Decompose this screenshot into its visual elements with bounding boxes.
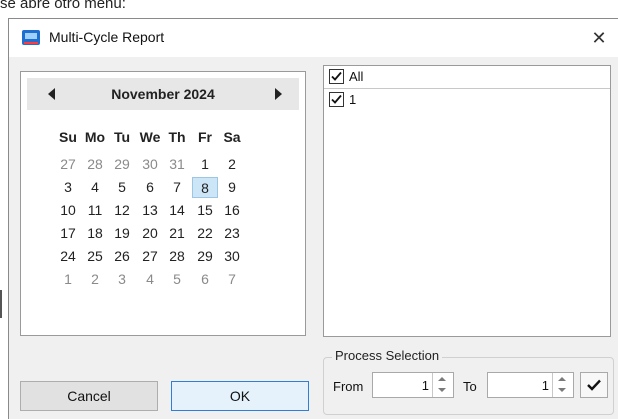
day-of-week-su: Su — [59, 129, 77, 145]
calendar-day[interactable]: 19 — [109, 223, 135, 244]
from-down-arrow-icon[interactable] — [438, 388, 446, 392]
list-item[interactable]: 1 — [324, 89, 610, 111]
checkmark-icon — [587, 379, 601, 391]
caption-label: se abre otro menú: — [0, 0, 126, 12]
calendar-day[interactable]: 6 — [192, 269, 218, 290]
calendar-day[interactable]: 7 — [219, 269, 245, 290]
calendar-day[interactable]: 2 — [82, 269, 108, 290]
report-app-icon — [22, 30, 40, 45]
day-of-week-th: Th — [168, 129, 186, 145]
calendar-day[interactable]: 30 — [219, 246, 245, 267]
calendar-day[interactable]: 1 — [55, 269, 81, 290]
from-stepper[interactable]: 1 — [372, 372, 454, 398]
calendar-day[interactable]: 23 — [219, 223, 245, 244]
calendar-day[interactable]: 26 — [109, 246, 135, 267]
to-up-arrow-icon[interactable] — [558, 377, 566, 381]
to-value[interactable]: 1 — [542, 378, 549, 393]
left-edge-divider — [0, 290, 2, 318]
day-of-week-fr: Fr — [198, 129, 212, 145]
caption-text: se abre otro menú: — [0, 0, 618, 18]
cycle-list: All 1 — [323, 65, 611, 337]
checkmark-icon — [331, 94, 342, 104]
cycle-list-header[interactable]: All — [324, 66, 610, 89]
calendar-day[interactable]: 29 — [192, 246, 218, 267]
day-of-week-we: We — [139, 129, 161, 145]
to-spin-arrows — [552, 373, 573, 397]
apply-selection-button[interactable] — [580, 372, 608, 398]
calendar-day[interactable]: 29 — [109, 154, 135, 175]
select-all-checkbox[interactable] — [329, 69, 344, 84]
checkmark-icon — [331, 71, 342, 81]
calendar-day[interactable]: 16 — [219, 200, 245, 221]
from-value[interactable]: 1 — [422, 378, 429, 393]
multi-cycle-report-dialog: Multi-Cycle Report ✕ November 2024 Su Mo T… — [8, 18, 618, 419]
calendar-day-selected[interactable]: 8 — [192, 177, 218, 198]
calendar-day[interactable]: 25 — [82, 246, 108, 267]
to-label: To — [463, 379, 477, 394]
calendar-day[interactable]: 13 — [137, 200, 163, 221]
title-bar[interactable]: Multi-Cycle Report ✕ — [9, 19, 618, 57]
cancel-button[interactable]: Cancel — [20, 381, 158, 411]
calendar-day[interactable]: 20 — [137, 223, 163, 244]
calendar-day[interactable]: 17 — [55, 223, 81, 244]
calendar-day[interactable]: 22 — [192, 223, 218, 244]
cycle-1-label: 1 — [349, 92, 357, 107]
calendar-day[interactable]: 6 — [137, 177, 163, 198]
calendar-day[interactable]: 24 — [55, 246, 81, 267]
calendar-day[interactable]: 3 — [55, 177, 81, 198]
calendar-month-label[interactable]: November 2024 — [27, 86, 299, 102]
dialog-title: Multi-Cycle Report — [49, 29, 165, 45]
day-of-week-mo: Mo — [84, 129, 106, 145]
calendar-day[interactable]: 9 — [219, 177, 245, 198]
calendar-day[interactable]: 28 — [82, 154, 108, 175]
calendar-day[interactable]: 28 — [164, 246, 190, 267]
calendar-day[interactable]: 30 — [137, 154, 163, 175]
cycle-1-checkbox[interactable] — [329, 92, 344, 107]
calendar-day[interactable]: 12 — [109, 200, 135, 221]
calendar-day[interactable]: 4 — [82, 177, 108, 198]
calendar-day[interactable]: 5 — [164, 269, 190, 290]
calendar-day[interactable]: 14 — [164, 200, 190, 221]
from-spin-arrows — [432, 373, 453, 397]
calendar-day[interactable]: 2 — [219, 154, 245, 175]
calendar-day[interactable]: 11 — [82, 200, 108, 221]
to-down-arrow-icon[interactable] — [558, 388, 566, 392]
calendar-day[interactable]: 3 — [109, 269, 135, 290]
calendar: November 2024 Su Mo Tu We Th Fr Sa 27 28 29 30 31 1 2… — [20, 71, 306, 336]
to-stepper[interactable]: 1 — [487, 372, 574, 398]
calendar-day[interactable]: 15 — [192, 200, 218, 221]
day-of-week-sa: Sa — [223, 129, 241, 145]
calendar-day[interactable]: 1 — [192, 154, 218, 175]
calendar-day[interactable]: 27 — [137, 246, 163, 267]
process-selection-group: Process Selection From 1 To 1 — [323, 348, 614, 415]
process-selection-legend: Process Selection — [332, 348, 443, 363]
calendar-header: November 2024 — [27, 78, 299, 110]
calendar-day[interactable]: 5 — [109, 177, 135, 198]
close-button[interactable]: ✕ — [586, 25, 612, 51]
calendar-day[interactable]: 18 — [82, 223, 108, 244]
calendar-day[interactable]: 21 — [164, 223, 190, 244]
calendar-day[interactable]: 27 — [55, 154, 81, 175]
ok-button[interactable]: OK — [171, 381, 309, 411]
calendar-day[interactable]: 31 — [164, 154, 190, 175]
from-label: From — [333, 379, 364, 394]
next-month-arrow-icon[interactable] — [275, 88, 282, 100]
calendar-day[interactable]: 4 — [137, 269, 163, 290]
select-all-label: All — [349, 69, 364, 84]
calendar-day[interactable]: 10 — [55, 200, 81, 221]
day-of-week-tu: Tu — [113, 129, 131, 145]
from-up-arrow-icon[interactable] — [438, 377, 446, 381]
calendar-day[interactable]: 7 — [164, 177, 190, 198]
